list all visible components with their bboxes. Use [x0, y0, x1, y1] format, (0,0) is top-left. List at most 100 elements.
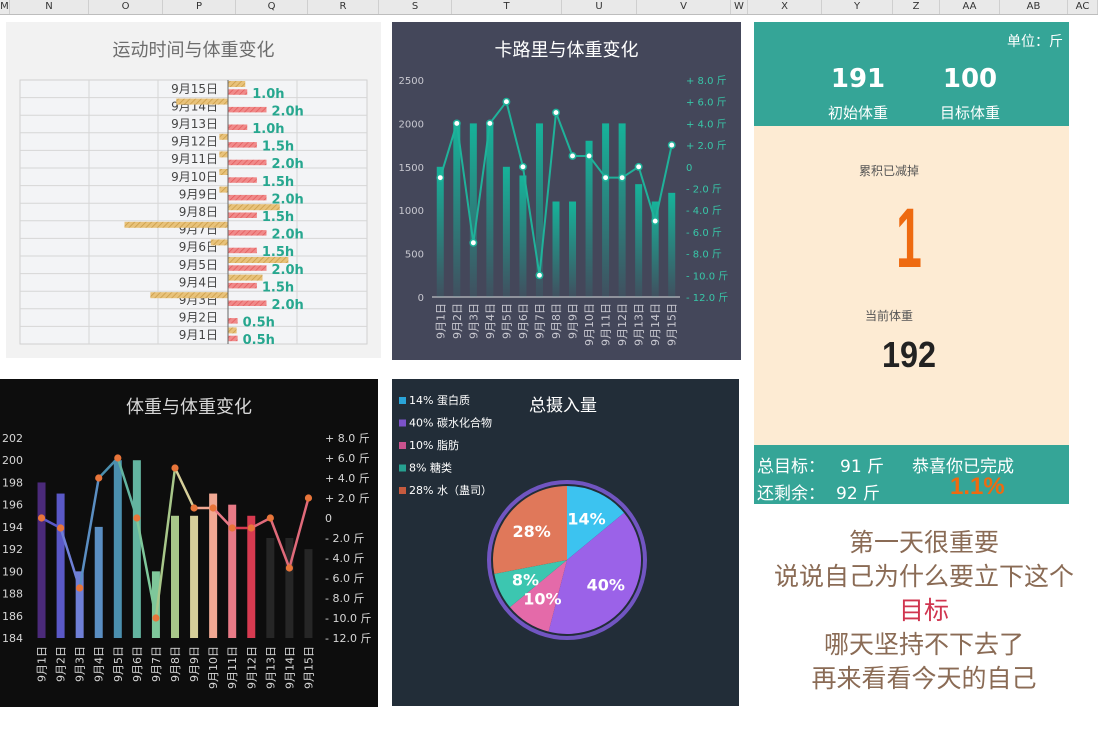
calorie-day-label: 9月1日 — [434, 303, 447, 339]
column-header-M[interactable]: M — [0, 0, 10, 14]
exercise-day-label: 9月8日 — [179, 205, 218, 219]
column-header-R[interactable]: R — [308, 0, 379, 14]
calorie-day-label: 9月6日 — [517, 303, 530, 339]
column-header-O[interactable]: O — [89, 0, 163, 14]
calorie-left-tick: 1500 — [399, 163, 424, 174]
exercise-weight-bar — [228, 274, 263, 281]
exercise-weight-bar — [219, 133, 228, 140]
intake-legend-label: 8% 糖类 — [409, 461, 452, 475]
column-header-AA[interactable]: AA — [940, 0, 1000, 14]
column-header-W[interactable]: W — [731, 0, 748, 14]
weight-day-label: 9月13日 — [264, 646, 277, 689]
intake-legend-swatch — [399, 397, 406, 404]
weight-change-line-segment — [173, 467, 196, 509]
column-header-T[interactable]: T — [452, 0, 562, 14]
intake-legend-label: 28% 水（蛊司） — [409, 484, 492, 497]
exercise-weight-bar — [176, 98, 228, 105]
intake-pie-label: 40% — [587, 576, 625, 595]
weight-left-tick: 196 — [2, 499, 23, 512]
calorie-bar — [552, 201, 560, 297]
weight-day-label: 9月12日 — [245, 646, 258, 689]
calorie-day-label: 9月15日 — [666, 303, 679, 346]
column-header-X[interactable]: X — [748, 0, 822, 14]
calorie-day-label: 9月5日 — [500, 303, 513, 339]
exercise-hours-label: 1.0h — [252, 122, 284, 137]
column-header-Z[interactable]: Z — [893, 0, 940, 14]
calorie-right-tick: + 4.0 斤 — [686, 118, 727, 130]
column-header-AC[interactable]: AC — [1068, 0, 1098, 14]
weight-bar — [171, 515, 179, 638]
calorie-day-label: 9月3日 — [467, 303, 480, 339]
intake-legend-swatch — [399, 464, 406, 472]
exercise-day-label: 9月2日 — [179, 311, 218, 325]
calorie-right-tick: 0 — [686, 163, 692, 174]
calorie-bar — [602, 123, 610, 298]
intake-chart-panel: 总摄入量 14% 蛋白质 40% 碳水化合物 10% 脂肪 8% 糖类 28% 水（蛊司… — [392, 379, 739, 706]
calorie-weight-point — [436, 173, 445, 182]
weight-left-tick: 200 — [2, 454, 23, 467]
weight-bar — [94, 526, 103, 638]
weight-bar — [132, 460, 141, 638]
exercise-weight-bar — [219, 151, 228, 158]
calorie-left-tick: 500 — [405, 250, 424, 261]
column-header-P[interactable]: P — [163, 0, 236, 14]
calorie-day-label: 9月8日 — [550, 303, 563, 339]
calorie-day-label: 9月2日 — [451, 303, 464, 339]
exercise-day-label: 9月4日 — [179, 275, 218, 289]
lost-label: 累积已减掉 — [858, 164, 919, 178]
calorie-weight-point — [651, 217, 660, 226]
intake-legend-label: 14% 蛋白质 — [409, 393, 470, 407]
intake-legend-label: 10% 脂肪 — [409, 438, 459, 452]
weight-change-point — [266, 514, 274, 522]
intake-pie-label: 28% — [513, 522, 551, 541]
column-header-Q[interactable]: Q — [236, 0, 308, 14]
exercise-day-label: 9月13日 — [171, 117, 218, 131]
weight-change-point — [209, 504, 217, 512]
intake-legend-swatch — [399, 442, 406, 449]
calorie-bar — [519, 175, 527, 297]
exercise-hours-label: 0.5h — [243, 333, 275, 348]
calorie-left-tick: 2000 — [399, 119, 424, 130]
weight-change-point — [57, 524, 65, 532]
weight-right-tick: - 6.0 斤 — [325, 572, 364, 585]
summary-middle: 累积已减掉 1 当前体重 192 — [754, 126, 1069, 445]
unit-label: 单位：斤 — [1007, 34, 1063, 50]
calorie-right-tick: + 6.0 斤 — [686, 97, 727, 109]
calorie-weight-point — [535, 271, 544, 280]
weight-day-label: 9月3日 — [74, 646, 87, 682]
weight-day-label: 9月4日 — [93, 646, 106, 682]
calorie-weight-point — [667, 141, 676, 150]
column-header-AB[interactable]: AB — [1000, 0, 1068, 14]
exercise-hours-bar — [228, 247, 257, 254]
summary-top: 单位：斤 191 初始体重 100 目标体重 — [754, 22, 1069, 126]
motto-line-4: 哪天坚持不下去了 — [823, 630, 1024, 659]
calorie-right-tick: - 12.0 斤 — [686, 292, 728, 304]
column-header-S[interactable]: S — [379, 0, 452, 14]
weight-day-label: 9月10日 — [207, 646, 220, 689]
column-header-U[interactable]: U — [562, 0, 637, 14]
column-header-N[interactable]: N — [10, 0, 89, 14]
calorie-bar — [618, 123, 626, 298]
exercise-hours-bar — [228, 335, 238, 342]
exercise-hours-bar — [228, 282, 257, 289]
weight-left-tick: 190 — [2, 565, 23, 578]
total-goal-label: 总目标： — [757, 457, 825, 477]
calorie-right-tick: + 2.0 斤 — [686, 140, 727, 152]
weight-day-label: 9月2日 — [55, 646, 68, 682]
exercise-hours-bar — [228, 89, 248, 95]
weight-bar — [56, 493, 65, 638]
exercise-hours-label: 2.0h — [272, 298, 304, 313]
intake-pie-label: 10% — [523, 590, 561, 609]
intake-pie-label: 8% — [512, 571, 539, 590]
exercise-weight-bar — [210, 239, 228, 246]
column-header-V[interactable]: V — [637, 0, 731, 14]
exercise-hours-label: 1.5h — [262, 175, 294, 190]
column-header-Y[interactable]: Y — [822, 0, 893, 14]
exercise-hours-bar — [228, 177, 257, 183]
intake-pie-label: 14% — [567, 509, 605, 528]
calorie-bar — [668, 192, 676, 297]
calorie-right-tick: - 10.0 斤 — [686, 270, 728, 282]
weight-right-tick: - 10.0 斤 — [325, 612, 371, 625]
exercise-hours-label: 2.0h — [272, 157, 304, 172]
weight-change-point — [114, 454, 122, 462]
